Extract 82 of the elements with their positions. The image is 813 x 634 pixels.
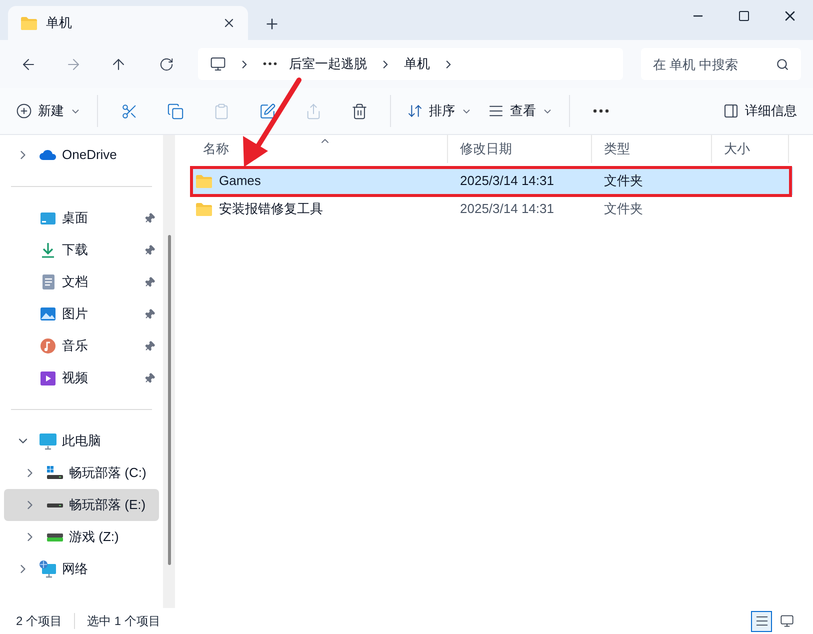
folder-icon [195,202,213,216]
breadcrumb-item[interactable]: 单机 [404,54,430,74]
file-row[interactable]: 安装报错修复工具 2025/3/14 14:31 文件夹 [191,195,793,223]
sidebar-item[interactable]: 图片 [4,298,159,330]
sidebar-label: 视频 [62,369,88,388]
scrollbar-thumb[interactable] [168,235,170,565]
sidebar-label: 此电脑 [62,432,101,450]
network-icon [39,560,57,578]
sidebar-label: OneDrive [62,146,117,164]
scissors-icon [120,102,138,120]
close-tab-icon[interactable] [222,16,236,30]
sidebar-label: 图片 [62,305,88,324]
maximize-icon[interactable] [738,10,750,22]
sidebar-item[interactable]: 畅玩部落 (E:) [4,489,159,521]
column-header[interactable]: 大小 [712,135,789,163]
item-count: 2 个项目 [16,613,62,630]
sidebar-item[interactable]: 桌面 [4,202,159,234]
download-icon [40,242,56,258]
video-icon [40,370,56,386]
file-type: 文件夹 [603,172,644,190]
panel-icon [723,103,739,119]
selection-count: 选中 1 个项目 [87,613,160,630]
more-icon[interactable] [593,109,609,113]
sidebar-label: 网络 [62,560,88,578]
column-header[interactable]: 修改日期 [448,135,592,163]
view-button[interactable]: 查看 [480,95,561,127]
sidebar-item[interactable]: 网络 [4,553,159,585]
share-icon [304,102,322,120]
details-button[interactable]: 详细信息 [715,95,805,127]
lines-icon [488,103,504,119]
sort-arrows-icon [407,103,423,119]
monitor-icon [210,56,226,72]
search-icon [776,58,789,71]
breadcrumb-item[interactable]: 后室一起逃脱 [289,54,367,74]
paste-icon [212,102,230,120]
file-name: 安装报错修复工具 [219,200,323,218]
modified-date: 2025/3/14 14:31 [459,200,555,218]
sidebar-label: 文档 [62,273,88,292]
sidebar-item[interactable]: 下载 [4,234,159,266]
window-tab[interactable]: 单机 [8,6,248,40]
delete-icon [350,102,368,120]
folder-icon [195,174,213,188]
sidebar-item[interactable]: 此电脑 [4,425,159,457]
sidebar-item[interactable]: 视频 [4,362,159,394]
file-name: Games [219,172,261,190]
refresh-icon[interactable] [159,56,174,72]
sidebar-label: 游戏 (Z:) [69,528,119,546]
modified-date: 2025/3/14 14:31 [459,172,555,190]
copy-icon [166,102,184,120]
sidebar-item[interactable]: 文档 [4,266,159,298]
sidebar-label: 桌面 [62,209,88,228]
sidebar-item[interactable]: 游戏 (Z:) [4,521,159,553]
file-type: 文件夹 [603,200,644,218]
list-icon [754,614,768,628]
sidebar-item[interactable]: OneDrive [4,139,159,171]
sidebar-label: 畅玩部落 (C:) [69,464,146,482]
sidebar-label: 下载 [62,241,88,260]
sidebar-label: 音乐 [62,337,88,356]
document-icon [42,274,54,290]
sort-button[interactable]: 排序 [399,95,480,127]
column-header[interactable]: 类型 [592,135,712,163]
new-button[interactable]: 新建 [8,95,89,127]
sidebar-label: 畅玩部落 (E:) [69,496,146,514]
sidebar-item[interactable]: 畅玩部落 (C:) [4,457,159,489]
plus-icon [16,103,32,119]
drive-icon [46,502,64,508]
folder-icon [20,16,38,30]
picture-icon [40,307,56,321]
music-icon [40,338,56,354]
address-bar[interactable]: 后室一起逃脱 单机 [198,48,623,80]
tab-title: 单机 [46,14,73,32]
rename-icon [258,102,276,120]
computer-icon [39,432,57,450]
more-icon[interactable] [263,62,277,66]
new-tab-icon[interactable] [264,16,280,32]
cloud-icon [39,149,57,161]
sidebar-item[interactable]: 音乐 [4,330,159,362]
drive-icon [46,532,64,542]
system-drive-icon [46,466,64,480]
desktop-icon [40,212,56,224]
details-view-button[interactable] [751,610,772,632]
search-field[interactable]: 在 单机 中搜索 [641,48,801,80]
